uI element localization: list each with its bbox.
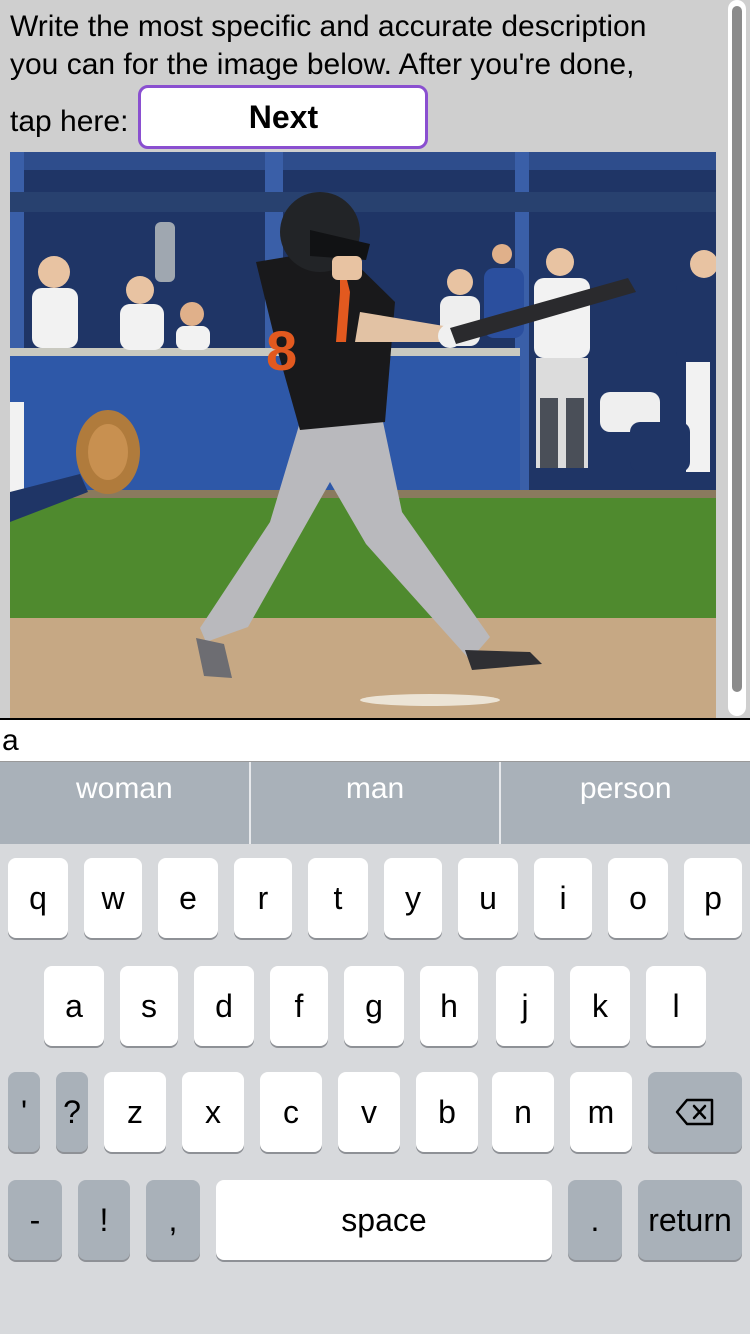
instruction-line-1: Write the most specific and accurate des… — [10, 10, 647, 43]
key-p[interactable]: p — [684, 858, 742, 938]
key-question[interactable]: ? — [56, 1072, 88, 1152]
key-comma[interactable]: , — [146, 1180, 200, 1260]
backspace-icon — [675, 1098, 714, 1126]
suggestion-person[interactable]: person — [501, 762, 750, 844]
key-o[interactable]: o — [608, 858, 668, 938]
key-h[interactable]: h — [420, 966, 478, 1046]
key-g[interactable]: g — [344, 966, 404, 1046]
instruction-line-2: you can for the image below. After you'r… — [10, 48, 635, 81]
key-j[interactable]: j — [496, 966, 554, 1046]
tap-label: tap here: — [10, 105, 129, 138]
key-l[interactable]: l — [646, 966, 706, 1046]
input-text: a — [2, 724, 19, 757]
key-exclamation[interactable]: ! — [78, 1180, 130, 1260]
key-e[interactable]: e — [158, 858, 218, 938]
key-t[interactable]: t — [308, 858, 368, 938]
suggestion-man[interactable]: man — [251, 762, 502, 844]
baseball-photo: 8 — [10, 152, 716, 718]
key-k[interactable]: k — [570, 966, 630, 1046]
key-period[interactable]: . — [568, 1180, 622, 1260]
key-r[interactable]: r — [234, 858, 292, 938]
key-dash[interactable]: - — [8, 1180, 62, 1260]
key-m[interactable]: m — [570, 1072, 632, 1152]
key-x[interactable]: x — [182, 1072, 244, 1152]
backspace-key[interactable] — [648, 1072, 742, 1152]
key-apostrophe[interactable]: ' — [8, 1072, 40, 1152]
keyboard: q w e r t y u i o p a s d f g h j k l ' … — [0, 844, 750, 1334]
scrollbar[interactable] — [728, 0, 746, 716]
suggestion-woman[interactable]: woman — [0, 762, 251, 844]
key-i[interactable]: i — [534, 858, 592, 938]
space-key[interactable]: space — [216, 1180, 552, 1260]
next-button[interactable]: Next — [138, 85, 429, 149]
key-f[interactable]: f — [270, 966, 328, 1046]
description-input[interactable]: a — [0, 718, 750, 762]
key-v[interactable]: v — [338, 1072, 400, 1152]
key-s[interactable]: s — [120, 966, 178, 1046]
prompt-area: Write the most specific and accurate des… — [0, 0, 750, 718]
key-d[interactable]: d — [194, 966, 254, 1046]
key-y[interactable]: y — [384, 858, 442, 938]
return-key[interactable]: return — [638, 1180, 742, 1260]
jersey-number: 8 — [266, 319, 297, 382]
key-b[interactable]: b — [416, 1072, 478, 1152]
key-z[interactable]: z — [104, 1072, 166, 1152]
suggestion-bar: woman man person — [0, 762, 750, 844]
key-a[interactable]: a — [44, 966, 104, 1046]
instructions: Write the most specific and accurate des… — [10, 8, 710, 84]
key-c[interactable]: c — [260, 1072, 322, 1152]
key-u[interactable]: u — [458, 858, 518, 938]
key-n[interactable]: n — [492, 1072, 554, 1152]
scroll-thumb[interactable] — [732, 6, 742, 692]
key-w[interactable]: w — [84, 858, 142, 938]
tap-row: tap here: Next — [10, 82, 429, 152]
key-q[interactable]: q — [8, 858, 68, 938]
